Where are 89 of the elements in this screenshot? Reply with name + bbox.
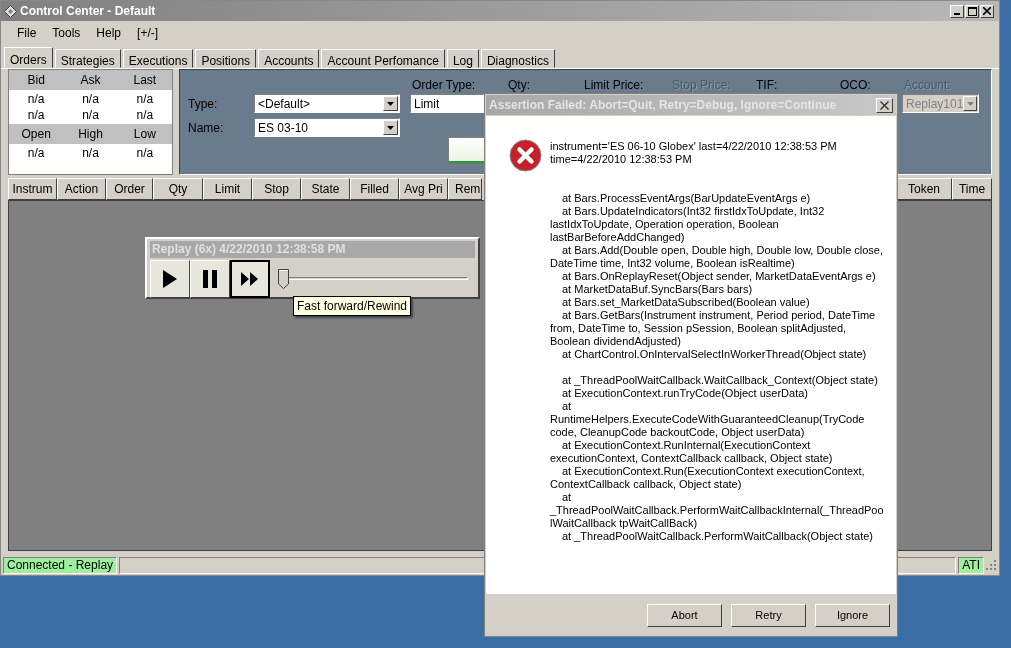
stack-frame: at Bars.GetBars(Instrument instrument, Period period, DateTime from, DateTime to, Session pSession, Boolean splitAdjusted, Boolean dividendAdjusted) [550, 309, 886, 348]
maximize-icon [967, 6, 977, 16]
resize-grip-icon[interactable] [986, 559, 997, 571]
column-header[interactable]: Order [106, 178, 153, 200]
column-header: Low [132, 126, 157, 143]
diamond-icon [4, 4, 17, 18]
minimize-button[interactable] [950, 4, 964, 18]
stack-frame: at ExecutionContext.RunInternal(ExecutionContext executionContext, ContextCallback callback, Object state) [550, 439, 886, 465]
tab[interactable]: Log [446, 49, 479, 68]
column-header[interactable]: Rem [448, 178, 482, 200]
error-message: instrument='ES 06-10 Globex' last=4/22/2010 12:38:53 PM time=4/22/2010 12:38:53 PM [550, 140, 838, 166]
menu-item[interactable]: [+/-] [129, 24, 167, 42]
replay-slider[interactable] [278, 267, 468, 291]
column-header[interactable]: Instrum [8, 178, 57, 200]
pause-button[interactable] [190, 260, 230, 298]
quote-value: n/a [135, 107, 155, 124]
column-header[interactable]: State [301, 178, 350, 200]
stack-frame: at ExecutionContext.runTryCode(Object userData) [550, 387, 886, 400]
stack-frame: at ExecutionContext.Run(ExecutionContext executionContext, ContextCallback callback, Object state) [550, 465, 886, 491]
connection-status: Connected - Replay [3, 556, 118, 574]
type-label: Type: [188, 95, 219, 113]
field-label: Limit Price: [584, 77, 645, 94]
close-button[interactable] [876, 97, 893, 113]
status-indicator: ATI [958, 556, 984, 574]
column-header[interactable]: Avg Pri [399, 178, 448, 200]
column-header[interactable]: Stop [252, 178, 301, 200]
stack-frame: at Bars.Add(Double open, Double high, Double low, Double close, DateTime time, Int32 volume, Boolean isRealtime) [550, 244, 886, 270]
menu-item[interactable]: Tools [44, 24, 89, 42]
slider-thumb[interactable] [278, 269, 289, 289]
stack-frame: at _ThreadPoolWaitCallback.PerformWaitCallback(Object state) [550, 530, 886, 543]
tab[interactable]: Diagnostics [480, 49, 555, 68]
submit-button[interactable] [448, 137, 485, 163]
column-header: Ask [79, 72, 102, 89]
column-header[interactable]: Action [57, 178, 106, 200]
stack-frame: at _ThreadPoolWaitCallback.WaitCallback_Context(Object state) [550, 374, 886, 387]
tab[interactable]: Accounts [258, 49, 320, 68]
close-button[interactable] [980, 4, 994, 18]
column-header: Open [20, 126, 52, 143]
stack-frame: at Bars.UpdateIndicators(Int32 firstIdxToUpdate, Int32 lastIdxToUpdate, Operation operation, Boolean lastBarBeforeAddChanged) [550, 205, 886, 244]
stack-frame: at MarketDataBuf.SyncBars(Bars bars) [550, 283, 886, 296]
quote-value: n/a [81, 145, 100, 162]
quote-value: n/a [81, 91, 100, 108]
dialog-button[interactable]: Abort [647, 603, 722, 627]
tab[interactable]: Orders [4, 47, 53, 68]
stack-frame: at ChartControl.OnIntervalSelectInWorkerThread(Object state) [550, 348, 886, 361]
close-icon [880, 100, 889, 110]
quote-value: n/a [81, 107, 100, 124]
tab[interactable]: Executions [122, 49, 194, 68]
menu-item[interactable]: File [9, 24, 45, 42]
quote-value: n/a [26, 91, 46, 108]
order-type-dropdown[interactable]: Limit [410, 94, 484, 113]
play-button[interactable] [150, 260, 190, 298]
stack-frame: at RuntimeHelpers.ExecuteCodeWithGuaranteedCleanup(TryCode code, CleanupCode backoutCode, Object userData) [550, 400, 886, 439]
name-label: Name: [188, 119, 225, 137]
column-header[interactable]: Limit [203, 178, 252, 200]
name-dropdown[interactable]: ES 03-10 [254, 118, 400, 137]
tooltip: Fast forward/Rewind [293, 296, 412, 316]
column-header: High [77, 126, 104, 143]
stack-frame: at Bars.OnReplayReset(Object sender, MarketDataEventArgs e) [550, 270, 886, 283]
column-header[interactable]: Filled [350, 178, 399, 200]
column-header[interactable]: Token [896, 178, 952, 200]
quote-value: n/a [135, 91, 155, 108]
tab[interactable]: Positions [195, 49, 257, 68]
column-header: Last [132, 72, 158, 89]
quote-value: n/a [26, 145, 46, 162]
error-icon [509, 139, 542, 172]
dialog-button[interactable]: Ignore [815, 603, 890, 627]
maximize-button[interactable] [965, 4, 979, 18]
quote-value: n/a [26, 107, 46, 124]
stack-frame: at _ThreadPoolWaitCallback.PerformWaitCallbackInternal(_ThreadPoolWaitCallback tpWaitCallBack) [550, 491, 886, 530]
replay-title: Replay (6x) 4/22/2010 12:38:58 PM [150, 241, 475, 258]
field-label: TIF: [756, 77, 779, 94]
stack-frame: at Bars.ProcessEventArgs(BarUpdateEventArgs e) [550, 192, 886, 205]
dialog-button[interactable]: Retry [731, 603, 806, 627]
fast-forward-button[interactable] [230, 260, 270, 298]
window-title: Control Center - Default [20, 3, 156, 20]
close-icon [983, 7, 991, 15]
field-label: Order Type: [412, 77, 477, 94]
tab[interactable]: Strategies [54, 49, 121, 68]
column-header: Bid [26, 72, 46, 89]
stack-frame: at Bars.set_MarketDataSubscribed(Boolean value) [550, 296, 886, 309]
field-label: OCO: [840, 77, 872, 94]
column-header[interactable]: Time [952, 178, 992, 200]
field-label: Qty: [508, 77, 531, 94]
tab[interactable]: Account Perfomance [321, 49, 445, 68]
column-header[interactable]: Qty [153, 178, 203, 200]
menu-item[interactable]: Help [88, 24, 130, 42]
type-dropdown[interactable]: <Default> [254, 94, 400, 113]
quote-value: n/a [135, 145, 155, 162]
